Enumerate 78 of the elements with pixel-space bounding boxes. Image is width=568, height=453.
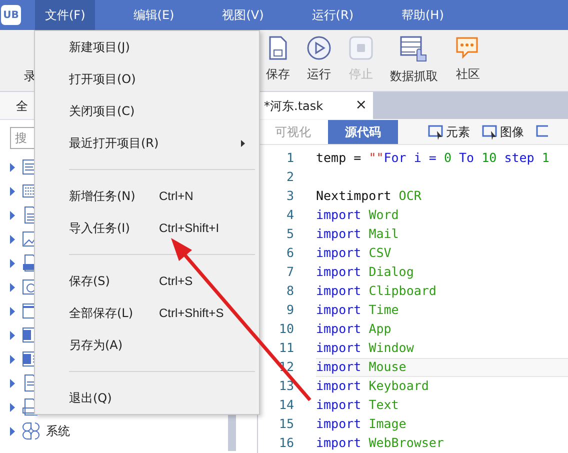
collapsed-arrow-icon[interactable] (10, 210, 16, 220)
collapsed-arrow-icon[interactable] (10, 282, 16, 292)
menu-entry[interactable]: 新增任务(N) Ctrl+N (35, 180, 259, 212)
code-line: import CSV (316, 244, 392, 262)
code-line: import Dialog (316, 263, 415, 282)
line-number: 5 (285, 225, 294, 244)
line-number: 11 (278, 339, 294, 358)
menu-item[interactable]: 运行(R) (302, 0, 364, 30)
line-number: 2 (285, 168, 294, 186)
line-number: 16 (278, 434, 294, 452)
tree-item-label[interactable]: 系统 (46, 422, 70, 440)
menu-entry[interactable]: 新建项目(J) (35, 31, 259, 63)
line-number: 6 (285, 244, 294, 262)
menu-item[interactable]: 帮助(H) (392, 0, 454, 30)
line-number: 7 (285, 263, 294, 282)
menu-entry[interactable]: 打开项目(O) (35, 63, 259, 95)
line-number: 8 (285, 282, 294, 300)
toolbar-label[interactable]: 录 (24, 67, 36, 85)
code-line: import Image (316, 415, 408, 434)
code-line: import Window (316, 339, 415, 358)
menu-entry[interactable]: 导入任务(I) Ctrl+Shift+I (35, 212, 259, 244)
line-number: 14 (278, 396, 294, 414)
code-line: import WebBrowser (316, 434, 445, 452)
collapsed-arrow-icon[interactable] (10, 306, 16, 316)
code-line: import Word (316, 206, 400, 224)
code-line: import Clipboard (316, 282, 438, 300)
collapsed-arrow-icon[interactable] (10, 162, 16, 172)
line-number: 9 (285, 301, 294, 320)
toolbar-button[interactable]: 运行 (306, 35, 332, 85)
code-line: temp = ""For i = 0 To 10 step 1 (316, 149, 550, 168)
document-icon (267, 35, 289, 61)
menu-entry[interactable]: 另存为(A) (35, 329, 259, 361)
app-logo: UB (1, 5, 21, 25)
code-line: import Time (316, 301, 400, 320)
view-tab[interactable]: 源代码 (328, 120, 398, 144)
line-number: 13 (278, 377, 294, 396)
menu-item[interactable]: 文件(F) (35, 0, 96, 30)
collapsed-arrow-icon[interactable] (10, 186, 16, 196)
table-hand-icon (399, 35, 429, 63)
collapsed-arrow-icon[interactable] (10, 330, 16, 340)
image-pick-icon (482, 124, 498, 140)
line-number: 15 (278, 415, 294, 434)
menu-entry[interactable]: 最近打开项目(R) (35, 127, 259, 159)
collapsed-arrow-icon[interactable] (10, 402, 16, 412)
editor-tab[interactable]: *河东.task × (258, 92, 373, 120)
menu-item[interactable]: 编辑(E) (123, 0, 184, 30)
stop-icon (348, 35, 374, 61)
panel-tab[interactable]: 全 (16, 96, 28, 114)
toolbar-button[interactable]: 保存 (266, 35, 290, 85)
code-line: import App (316, 320, 392, 338)
grid-icon (22, 422, 40, 440)
element-pick-icon (428, 124, 444, 140)
collapsed-arrow-icon[interactable] (10, 258, 16, 268)
code-line: import Keyboard (316, 377, 430, 396)
collapsed-arrow-icon[interactable] (10, 234, 16, 244)
code-line: Nextimport OCR (316, 187, 422, 206)
toolbar-button[interactable]: 数据抓取 (390, 35, 438, 85)
toolbar-button[interactable]: 社区 (454, 35, 482, 85)
collapsed-arrow-icon[interactable] (10, 354, 16, 364)
menu-entry[interactable]: 退出(Q) (35, 382, 259, 414)
line-number: 3 (285, 187, 294, 206)
collapsed-arrow-icon[interactable] (10, 378, 16, 388)
window-pick-icon (536, 124, 548, 140)
menu-entry[interactable]: 全部保存(L) Ctrl+Shift+S (35, 297, 259, 329)
menu-entry[interactable]: 保存(S) Ctrl+S (35, 265, 259, 297)
code-line: import Mail (316, 225, 400, 244)
tool-button[interactable]: 元素 (428, 122, 470, 141)
line-number: 1 (285, 149, 294, 168)
menu-entry[interactable]: 关闭项目(C) (35, 95, 259, 127)
tool-button[interactable] (536, 124, 548, 140)
close-icon[interactable]: × (355, 95, 367, 116)
play-icon (306, 35, 332, 61)
line-number: 4 (285, 206, 294, 224)
menu-item[interactable]: 视图(V) (212, 0, 274, 30)
line-number: 10 (278, 320, 294, 338)
tool-button[interactable]: 图像 (482, 122, 524, 141)
collapsed-arrow-icon[interactable] (10, 426, 16, 436)
code-line: import Text (316, 396, 400, 414)
